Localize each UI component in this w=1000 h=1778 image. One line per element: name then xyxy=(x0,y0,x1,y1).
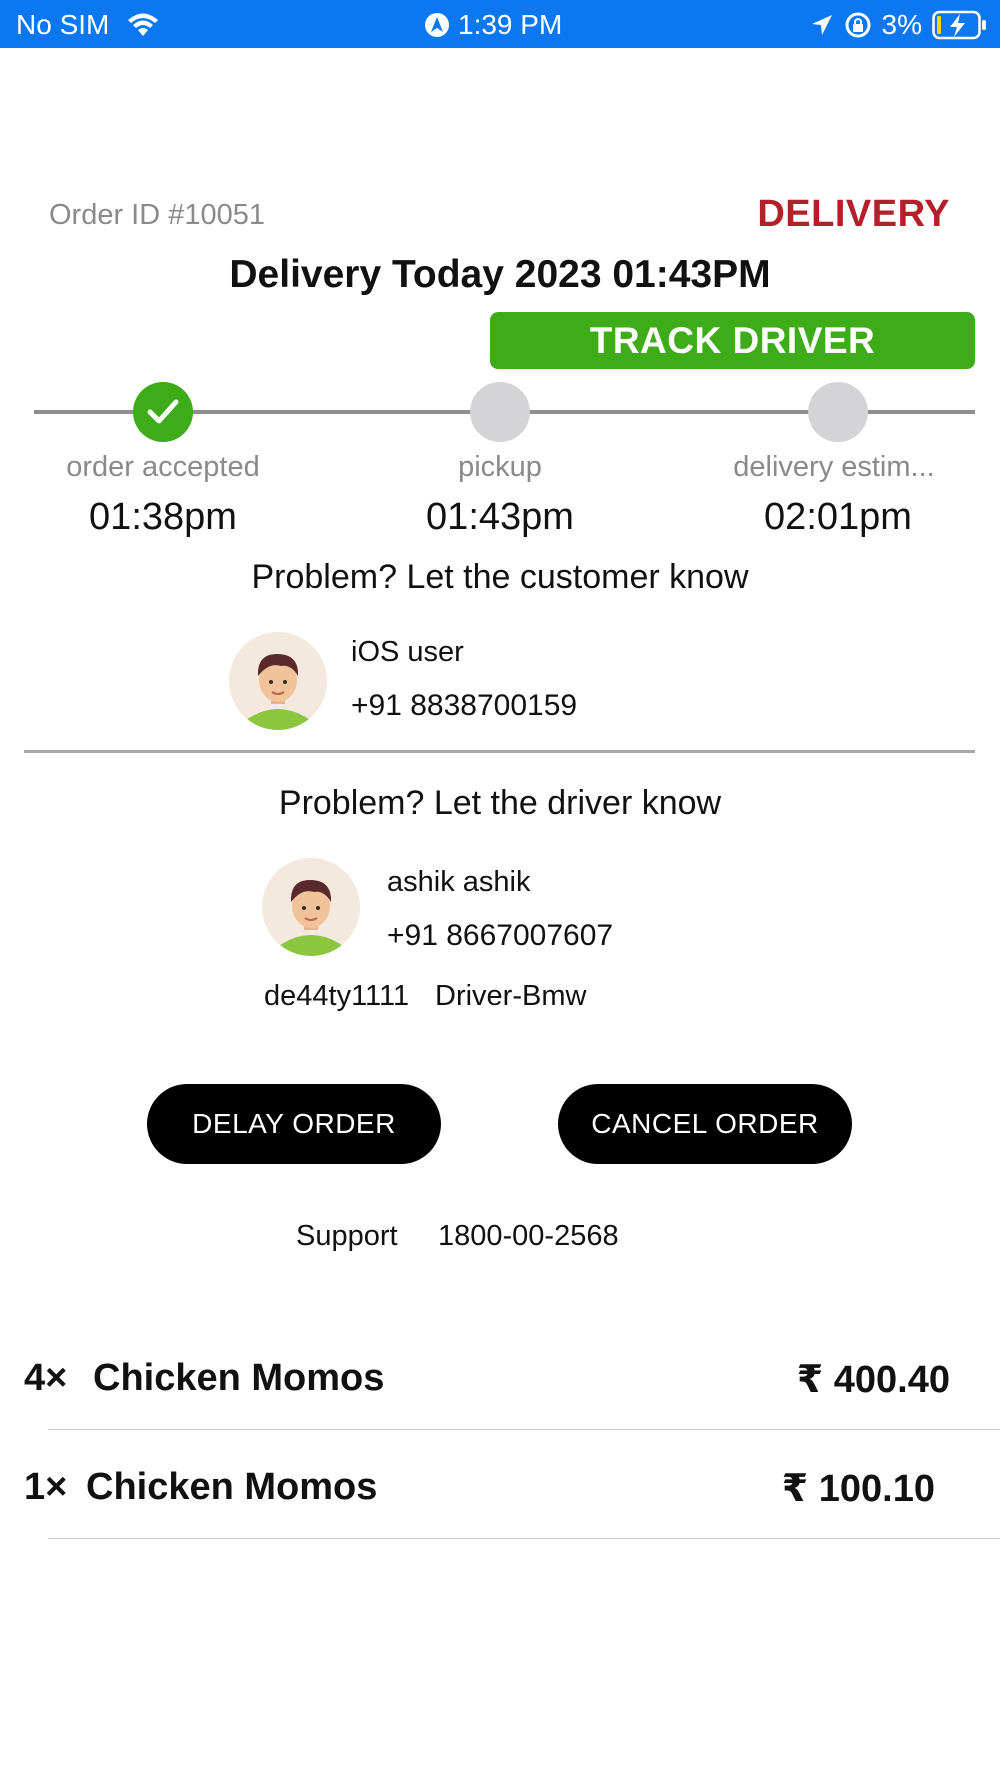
customer-name: iOS user xyxy=(351,636,464,668)
delivery-title: Delivery Today 2023 01:43PM xyxy=(229,253,771,296)
delay-order-button[interactable]: DELAY ORDER xyxy=(147,1084,441,1164)
item-quantity: 1× xyxy=(24,1466,68,1508)
battery-charging-icon xyxy=(932,10,988,40)
step-pickup-dot xyxy=(470,382,530,442)
support-label: Support xyxy=(296,1220,398,1252)
customer-avatar[interactable] xyxy=(229,632,327,730)
step-label: order accepted xyxy=(66,451,260,483)
item-name: Chicken Momos xyxy=(93,1357,385,1399)
battery-percent: 3% xyxy=(881,9,922,40)
step-delivery-dot xyxy=(808,382,868,442)
driver-name: ashik ashik xyxy=(387,866,531,898)
item-price: ₹ 400.40 xyxy=(796,1359,950,1401)
driver-avatar[interactable] xyxy=(262,858,360,956)
step-accepted-check-icon xyxy=(133,382,193,442)
section-divider xyxy=(24,750,975,753)
step-time: 01:43pm xyxy=(426,496,574,538)
cancel-order-button[interactable]: CANCEL ORDER xyxy=(558,1084,852,1164)
customer-section-title: Problem? Let the customer know xyxy=(251,558,749,596)
status-bar: No SIM 1:39 PM 3% xyxy=(0,0,1000,48)
item-separator xyxy=(48,1429,1000,1430)
navigation-icon xyxy=(424,12,450,38)
item-name: Chicken Momos xyxy=(86,1466,378,1508)
rotation-lock-icon xyxy=(844,11,872,39)
status-time: 1:39 PM xyxy=(458,9,563,40)
order-type-badge: DELIVERY xyxy=(757,193,950,235)
driver-vehicle: Driver-Bmw xyxy=(435,980,587,1012)
step-label: delivery estim... xyxy=(733,451,935,483)
location-icon xyxy=(810,13,834,37)
driver-phone[interactable]: +91 8667007607 xyxy=(387,919,613,953)
driver-plate: de44ty1111 xyxy=(264,980,410,1012)
item-separator xyxy=(48,1538,1000,1539)
item-quantity: 4× xyxy=(24,1357,68,1399)
step-time: 02:01pm xyxy=(764,496,912,538)
support-phone[interactable]: 1800-00-2568 xyxy=(438,1220,619,1253)
step-label: pickup xyxy=(458,451,542,483)
carrier-label: No SIM xyxy=(16,9,110,40)
wifi-icon xyxy=(125,10,161,38)
order-id: Order ID #10051 xyxy=(49,199,266,231)
customer-phone[interactable]: +91 8838700159 xyxy=(351,689,577,723)
step-time: 01:38pm xyxy=(89,496,237,538)
item-price: ₹ 100.10 xyxy=(781,1468,935,1510)
track-driver-button[interactable]: TRACK DRIVER xyxy=(490,312,975,369)
driver-section-title: Problem? Let the driver know xyxy=(278,784,722,822)
